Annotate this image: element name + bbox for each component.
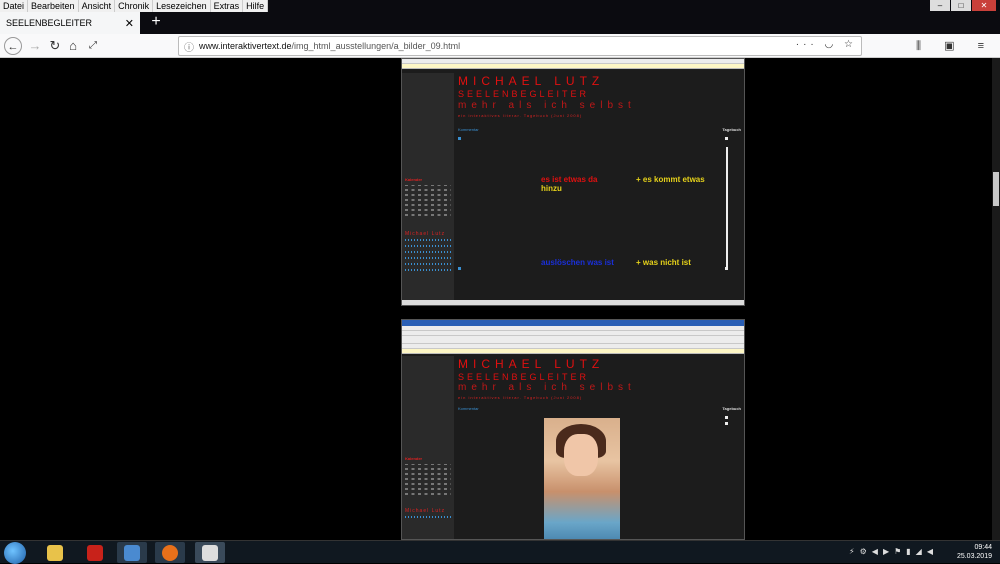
site-tagline-2: mehr als ich selbst (458, 382, 636, 393)
site-title-2: MICHAEL LUTZ (458, 357, 605, 371)
site-title: MICHAEL LUTZ (458, 74, 605, 88)
url-domain: www.interaktivertext.de (199, 41, 292, 51)
window-controls: – □ ✕ (929, 0, 996, 11)
navigation-bar: ← → ↻ ⌂ ⤢ ⓘ www.interaktivertext.de/img_… (0, 34, 1000, 58)
close-window-button[interactable]: ✕ (972, 0, 996, 11)
tagebuch-marker-2[interactable] (725, 416, 728, 419)
url-text: www.interaktivertext.de/img_html_ausstel… (199, 41, 460, 51)
menu-extras[interactable]: Extras (211, 0, 244, 12)
tab-close-icon[interactable]: ✕ (125, 17, 134, 30)
portrait-image (544, 418, 620, 539)
calendar-grid[interactable] (405, 185, 451, 219)
site-subtitle: SEELENBEGLEITER (458, 89, 590, 99)
tagebuch-label: Tagebuch (722, 127, 741, 132)
sidebar-2: Kalender Michael Lutz (402, 356, 454, 539)
clock-time: 09:44 (974, 544, 992, 551)
tagebuch-marker-3[interactable] (725, 422, 728, 425)
home-button[interactable]: ⌂ (64, 37, 82, 55)
site-small-2: ein interaktives literar. Tagebuch (Juni… (458, 395, 583, 400)
back-button[interactable]: ← (4, 37, 22, 55)
screenshot-panel-2: Kalender Michael Lutz MICHAEL LUTZ SEELE… (401, 319, 745, 540)
poem-line3: auslöschen was ist (541, 258, 614, 267)
clock-date: 25.03.2019 (956, 553, 992, 560)
filezilla-icon[interactable] (80, 542, 110, 563)
poem-line1: es ist etwas da (541, 175, 598, 184)
clock[interactable]: 09:44 25.03.2019 (957, 543, 992, 561)
menu-lesezeichen[interactable]: Lesezeichen (153, 0, 211, 12)
system-tray-icons[interactable]: ⚡⚙◀▶⚑▮◢◀ (849, 547, 938, 556)
sidebar: Kalender Michael Lutz (402, 73, 454, 300)
menu-hilfe[interactable]: Hilfe (243, 0, 269, 12)
tab-active[interactable]: SEELENBEGLEITER ✕ (0, 12, 140, 34)
taskbar: ⚡⚙◀▶⚑▮◢◀ 09:44 25.03.2019 (0, 540, 1000, 564)
author-label-2: Michael Lutz (405, 508, 446, 514)
toolbar-right-icons[interactable]: ⫼ ▣ ≡ (916, 39, 994, 53)
url-bar[interactable]: ⓘ www.interaktivertext.de/img_html_ausst… (178, 36, 862, 56)
sidebar-links-2[interactable] (405, 516, 451, 522)
explorer-icon[interactable] (40, 542, 70, 563)
comment-icon[interactable] (458, 137, 461, 140)
site-subtitle-2: SEELENBEGLEITER (458, 372, 590, 382)
author-label: Michael Lutz (405, 231, 446, 237)
page-scrollbar[interactable] (992, 58, 1000, 540)
kommentar-link-2[interactable]: Kommentar (458, 406, 479, 411)
minimize-button[interactable]: – (930, 0, 950, 11)
ie-toolbar (402, 59, 744, 69)
menu-datei[interactable]: Datei (0, 0, 29, 12)
calendar-grid-2[interactable] (405, 464, 451, 498)
sidebar-links[interactable] (405, 239, 451, 275)
poem-line2: + es kommt etwas (636, 175, 705, 184)
tagebuch-end-marker[interactable] (725, 267, 728, 270)
kommentar-link[interactable]: Kommentar (458, 127, 479, 132)
maximize-button[interactable]: □ (951, 0, 971, 11)
menu-chronik[interactable]: Chronik (115, 0, 154, 12)
start-button[interactable] (4, 542, 26, 564)
site-info-icon[interactable]: ⓘ (184, 39, 194, 54)
kalender-label: Kalender (405, 177, 423, 182)
menu-bar: Datei Bearbeiten Ansicht Chronik Lesezei… (0, 0, 269, 12)
poem-line4: + was nicht ist (636, 258, 691, 267)
menu-bearbeiten[interactable]: Bearbeiten (28, 0, 79, 12)
tagebuch-bar (726, 147, 728, 267)
ie-toolbar-2 (402, 320, 744, 354)
site-small: ein interaktives literar. Tagebuch (Juni… (458, 113, 583, 118)
new-tab-button[interactable]: + (146, 12, 166, 34)
browser-title-bar: Datei Bearbeiten Ansicht Chronik Lesezei… (0, 0, 1000, 34)
kalender-label-2: Kalender (405, 456, 423, 461)
tagebuch-marker[interactable] (725, 137, 728, 140)
url-path: /img_html_ausstellungen/a_bilder_09.html (291, 41, 461, 51)
forward-button[interactable]: → (26, 37, 44, 55)
app-icon[interactable] (117, 542, 147, 563)
reload-button[interactable]: ↻ (46, 37, 64, 55)
site-tagline: mehr als ich selbst (458, 100, 636, 111)
tagebuch-label-2: Tagebuch (722, 406, 741, 411)
fullscreen-icon[interactable]: ⤢ (84, 37, 102, 55)
comment-icon-2[interactable] (458, 267, 461, 270)
scrollbar-thumb[interactable] (993, 172, 999, 206)
menu-ansicht[interactable]: Ansicht (79, 0, 116, 12)
screenshot-panel-1: Kalender Michael Lutz MICHAEL LUTZ SEELE… (401, 58, 745, 306)
page-content: Kalender Michael Lutz MICHAEL LUTZ SEELE… (0, 58, 992, 540)
tab-title: SEELENBEGLEITER (6, 18, 93, 28)
firefox-icon[interactable] (155, 542, 185, 563)
viewer-icon[interactable] (195, 542, 225, 563)
poem-line1-yellow: hinzu (541, 184, 562, 193)
ie-status-bar (402, 300, 744, 305)
page-actions-icon[interactable]: ··· ◡ ☆ (796, 39, 857, 50)
